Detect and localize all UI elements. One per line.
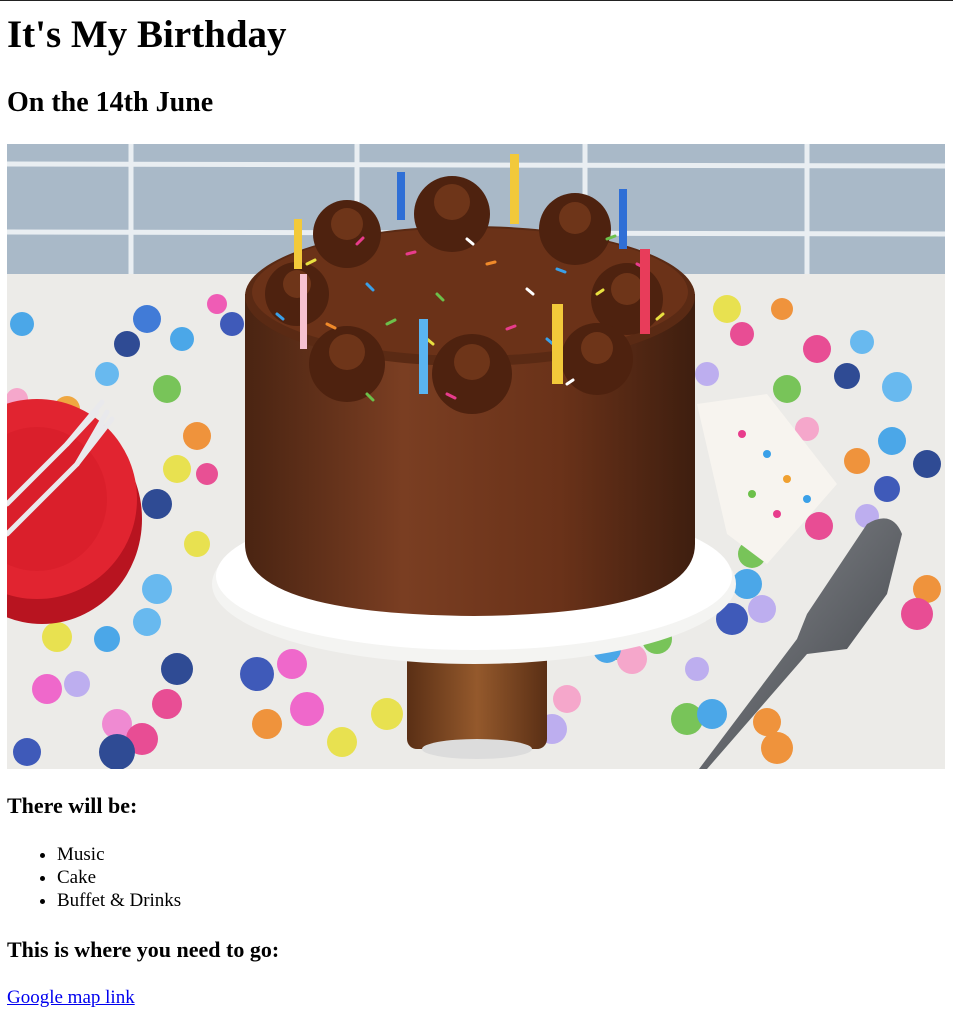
list-item: Cake [57, 866, 181, 889]
page-title: It's My Birthday [7, 13, 287, 56]
birthday-cake-image [7, 144, 945, 769]
list-item: Music [57, 843, 181, 866]
activities-heading: There will be: [7, 793, 138, 818]
directions-heading: This is where you need to go: [7, 937, 280, 962]
list-item: Buffet & Drinks [57, 889, 181, 912]
activities-list: Music Cake Buffet & Drinks [7, 843, 181, 912]
cake-stand-pedestal [407, 649, 547, 749]
event-date-heading: On the 14th June [7, 87, 214, 118]
google-map-link[interactable]: Google map link [7, 986, 135, 1009]
